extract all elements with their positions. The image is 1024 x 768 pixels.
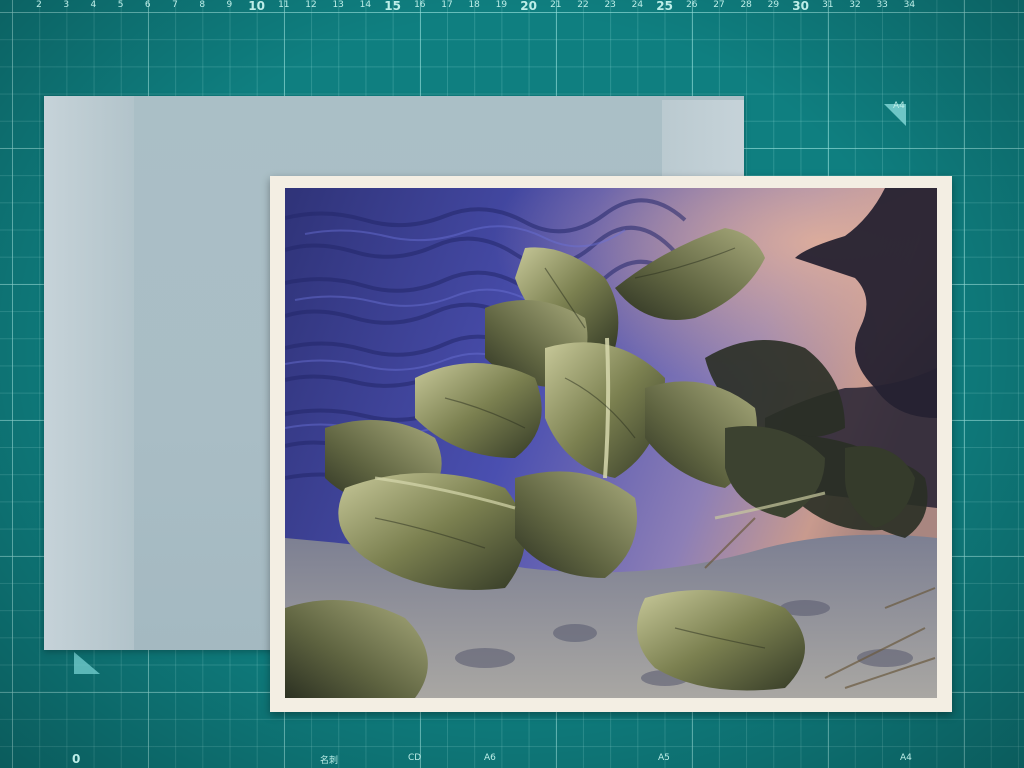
ruler-number: 29: [767, 0, 780, 10]
ruler-number: 18: [468, 0, 480, 10]
ruler-number: 28: [740, 0, 752, 10]
sleeve-fold-right: [662, 100, 744, 176]
ruler-number: 11: [278, 0, 290, 10]
mat-label-a5: A5: [658, 753, 670, 763]
mat-label-a4-bottom: A4: [900, 753, 912, 763]
ruler-number: 21: [550, 0, 562, 10]
mat-label-cd: CD: [408, 753, 422, 763]
ruler-number: 7: [172, 0, 178, 10]
ruler-number: 24: [631, 0, 644, 10]
mat-label-zero: 0: [72, 752, 81, 766]
mat-label-a6: A6: [484, 753, 496, 763]
ruler-number: 22: [577, 0, 589, 10]
ruler-number: 26: [686, 0, 698, 10]
ruler-number: 16: [414, 0, 426, 10]
ruler-number: 17: [441, 0, 453, 10]
ruler-number: 27: [713, 0, 725, 10]
ruler-number: 14: [359, 0, 372, 10]
ruler-number: 23: [604, 0, 616, 10]
mat-label-meishi: 名刺: [320, 756, 339, 766]
ruler-number: 6: [144, 0, 151, 10]
ruler-number: 31: [822, 0, 834, 10]
photo-plant-by-water: [285, 188, 937, 698]
ruler-number: 3: [63, 0, 70, 10]
sleeve-fold-left: [44, 96, 134, 650]
ruler-number: 9: [226, 0, 233, 10]
ruler-number: 12: [305, 0, 317, 10]
ruler-number: 15: [384, 0, 401, 13]
ruler-number: 8: [199, 0, 206, 10]
ruler-number: 33: [876, 0, 888, 10]
ruler-number: 20: [520, 0, 537, 13]
ruler-number: 19: [495, 0, 508, 10]
ruler-number: 34: [903, 0, 916, 10]
photo-image: [285, 188, 937, 698]
ruler-number: 2: [36, 0, 42, 10]
ruler-number: 5: [117, 0, 124, 10]
mat-label-a4-top: A4: [893, 101, 905, 111]
ruler-number: 30: [792, 0, 809, 13]
corner-marker-icon: [74, 652, 100, 674]
ruler-number: 4: [90, 0, 97, 10]
ruler-number: 25: [656, 0, 673, 13]
ruler-number: 13: [332, 0, 344, 10]
ruler-number: 10: [248, 0, 265, 13]
ruler-number: 32: [849, 0, 861, 10]
